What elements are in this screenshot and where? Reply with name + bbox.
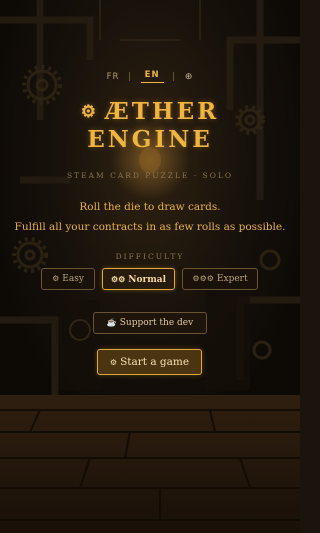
- tagline-line2: Fulfill all your contracts in as few rol…: [14, 221, 286, 233]
- difficulty-expert-label: Expert: [216, 274, 248, 284]
- gear-icon: ⚙: [80, 102, 99, 122]
- start-game-button[interactable]: ⚙ Start a game: [97, 349, 202, 375]
- lang-option-en[interactable]: EN: [140, 70, 164, 83]
- difficulty-expert-button[interactable]: ⚙⚙⚙ Expert: [182, 268, 258, 290]
- support-dev-button[interactable]: ☕ Support the dev: [93, 312, 207, 334]
- page-title-line1: ⚙ ÆTHER: [80, 98, 220, 125]
- language-switcher: FR | EN | ⊕: [0, 70, 300, 83]
- page-title-line2: ENGINE: [87, 126, 213, 153]
- triple-gear-icon: ⚙⚙⚙: [192, 274, 214, 283]
- lang-separator: |: [172, 71, 177, 82]
- start-game-label: Start a game: [120, 356, 190, 368]
- lang-option-fr[interactable]: FR: [107, 72, 120, 82]
- double-gear-icon: ⚙⚙: [110, 274, 126, 284]
- lang-separator: |: [128, 71, 132, 82]
- difficulty-label: DIFFICULTY: [115, 252, 185, 261]
- difficulty-normal-label: Normal: [128, 275, 167, 285]
- globe-icon[interactable]: ⊕: [185, 72, 194, 82]
- coffee-icon: ☕: [106, 318, 117, 327]
- gear-icon: ⚙: [109, 358, 118, 367]
- single-gear-icon: ⚙: [52, 274, 60, 283]
- subtitle: STEAM CARD PUZZLE · SOLO: [67, 171, 233, 180]
- difficulty-easy-button[interactable]: ⚙ Easy: [41, 268, 95, 290]
- difficulty-easy-label: Easy: [62, 274, 84, 284]
- difficulty-normal-button[interactable]: ⚙⚙ Normal: [102, 268, 175, 290]
- tagline-line1: Roll the die to draw cards.: [79, 201, 221, 213]
- support-dev-label: Support the dev: [119, 318, 194, 328]
